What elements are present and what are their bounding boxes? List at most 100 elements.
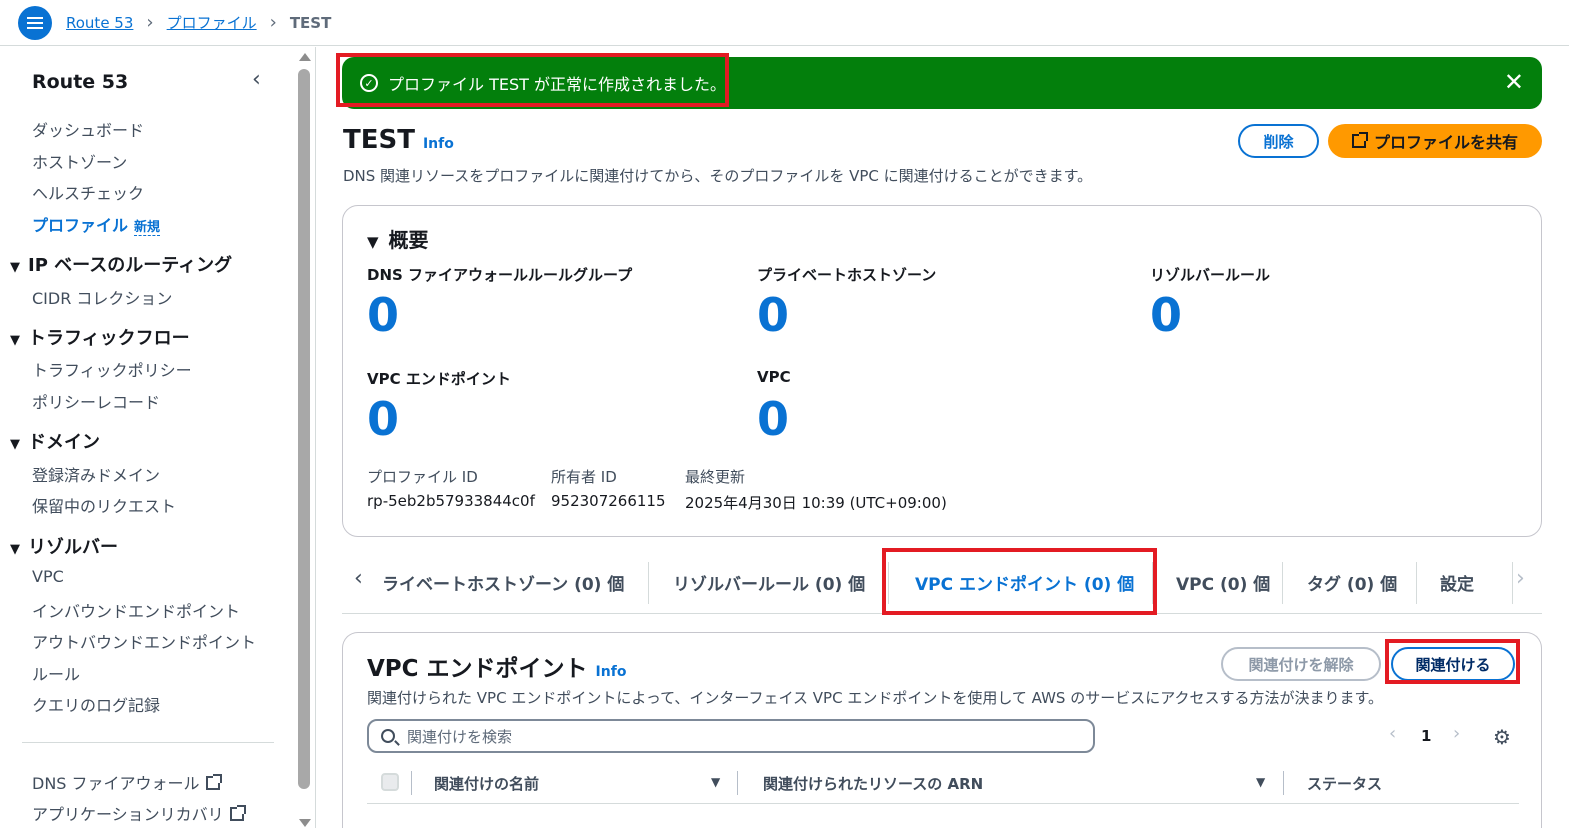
section-label: トラフィックフロー [28,328,190,349]
search-icon [381,729,395,743]
section-label: IP ベースのルーティング [28,255,233,276]
sidebar-item-registered-domains[interactable]: 登録済みドメイン [32,462,160,486]
tab-vpc[interactable]: VPC (0) 個 [1176,560,1270,604]
sort-down-icon[interactable]: ▼ [711,775,720,789]
metric-label-vpc-endpoints: VPC エンドポイント [367,370,511,388]
card-title-text: 概要 [388,228,429,252]
sidebar-item-outbound-endpoints[interactable]: アウトバウンドエンドポイント [32,629,256,653]
sidebar-link-dns-firewall[interactable]: DNS ファイアウォール [32,770,222,794]
vpc-endpoints-title: VPC エンドポイント Info [367,649,626,683]
disassociate-button[interactable]: 関連付けを解除 [1221,647,1381,681]
overview-card: ▼ 概要 DNS ファイアウォールルールグループ 0 プライベートホストゾーン 0… [342,205,1542,537]
chevron-left-icon[interactable]: ‹ [252,67,261,92]
sidebar-item-traffic-policies[interactable]: トラフィックポリシー [32,357,192,381]
sort-down-icon[interactable]: ▼ [1256,775,1265,789]
sidebar-item-policy-records[interactable]: ポリシーレコード [32,389,160,413]
chevron-right-icon[interactable]: › [1453,723,1460,744]
sidebar-item-inbound-endpoints[interactable]: インバウンドエンドポイント [32,598,240,622]
sidebar-item-profiles[interactable]: プロファイル 新規 [32,212,161,236]
caret-down-icon: ▼ [367,233,379,251]
chevron-right-icon: › [269,12,277,33]
gear-icon[interactable]: ⚙ [1493,725,1511,749]
metric-label-resolver-rules: リゾルバールール [1150,266,1271,284]
chevron-left-icon[interactable]: ‹ [354,566,363,591]
breadcrumb-route53[interactable]: Route 53 [66,14,133,32]
section-label: ドメイン [28,432,100,453]
highlight-box-associate [1385,639,1520,684]
sidebar-section-ip-routing[interactable]: ▼ IP ベースのルーティング [10,251,232,277]
sidebar-item-health-checks[interactable]: ヘルスチェック [32,180,144,204]
caret-down-icon: ▼ [10,437,20,452]
scroll-up-icon[interactable] [299,53,311,61]
info-link[interactable]: Info [596,664,627,680]
chevron-left-icon[interactable]: ‹ [1389,723,1396,744]
last-updated-value: 2025年4月30日 10:39 (UTC+09:00) [685,494,947,512]
metric-value-vpc-endpoints[interactable]: 0 [367,392,399,446]
profile-id-value: rp-5eb2b57933844c0f [367,492,535,510]
sidebar-section-traffic-flow[interactable]: ▼ トラフィックフロー [10,324,190,350]
overview-toggle[interactable]: ▼ 概要 [367,224,429,253]
new-badge: 新規 [134,220,161,236]
column-header-status[interactable]: ステータス [1307,773,1382,794]
breadcrumb-current: TEST [289,13,332,32]
breadcrumb-profiles[interactable]: プロファイル [167,12,257,33]
column-divider [411,771,412,795]
sidebar-scrollbar[interactable] [296,47,314,828]
highlight-box-tab [882,548,1157,615]
metric-value-vpc[interactable]: 0 [757,392,789,446]
sidebar: Route 53 ‹ ダッシュボード ホストゾーン ヘルスチェック プロファイル… [0,47,296,828]
external-link-icon [1351,132,1368,148]
tab-resolver-rules[interactable]: リゾルバールール (0) 個 [673,560,865,604]
tab-tags[interactable]: タグ (0) 個 [1307,560,1397,604]
chevron-right-icon[interactable]: › [1516,566,1525,591]
sidebar-link-app-recovery[interactable]: アプリケーションリカバリ [32,801,246,825]
delete-button[interactable]: 削除 [1238,124,1319,158]
info-link[interactable]: Info [423,136,454,152]
chevron-right-icon: › [146,12,154,33]
owner-id-label: 所有者 ID [551,468,617,486]
metric-label-private-zones: プライベートホストゾーン [757,266,937,284]
column-divider [1283,771,1284,795]
share-profile-button[interactable]: プロファイルを共有 [1328,124,1542,158]
page-number[interactable]: 1 [1421,727,1431,745]
metric-value-firewall[interactable]: 0 [367,288,399,342]
close-icon[interactable]: ✕ [1504,68,1524,96]
search-placeholder: 関連付けを検索 [407,727,513,746]
sidebar-item-vpc[interactable]: VPC [32,567,64,586]
menu-icon[interactable] [18,5,52,40]
column-header-arn[interactable]: 関連付けられたリソースの ARN [763,773,983,794]
column-header-name[interactable]: 関連付けの名前 [434,773,539,794]
button-label: プロファイルを共有 [1373,135,1518,152]
sidebar-item-pending-requests[interactable]: 保留中のリクエスト [32,493,176,517]
tab-divider [1282,562,1283,604]
top-bar: Route 53 › プロファイル › TEST [0,0,1569,46]
sidebar-section-domains[interactable]: ▼ ドメイン [10,428,100,454]
external-link-icon [205,774,222,790]
sidebar-item-rules[interactable]: ルール [32,661,80,685]
tab-private-hosted-zones[interactable]: ライベートホストゾーン (0) 個 [382,560,624,604]
scroll-thumb[interactable] [298,69,310,789]
sidebar-section-resolver[interactable]: ▼ リゾルバー [10,533,118,559]
sidebar-item-query-logging[interactable]: クエリのログ記録 [32,692,160,716]
sidebar-item-label: プロファイル [32,216,129,235]
title-text: TEST [343,125,415,155]
metric-value-private-zones[interactable]: 0 [757,288,789,342]
sidebar-title: Route 53 [32,71,129,93]
tab-divider [1512,562,1513,604]
metric-label-firewall: DNS ファイアウォールルールグループ [367,266,633,284]
tab-settings[interactable]: 設定 [1440,560,1474,604]
sidebar-item-dashboard[interactable]: ダッシュボード [32,117,144,141]
sidebar-item-hosted-zones[interactable]: ホストゾーン [32,149,127,173]
external-link-icon [229,805,246,821]
scroll-down-icon[interactable] [299,819,311,827]
last-updated-label: 最終更新 [685,468,746,486]
search-input[interactable]: 関連付けを検索 [367,719,1095,753]
highlight-box-flash [336,53,729,107]
owner-id-value: 952307266115 [551,492,666,510]
sidebar-item-cidr[interactable]: CIDR コレクション [32,285,172,309]
metric-value-resolver-rules[interactable]: 0 [1150,288,1182,342]
sidebar-divider [22,742,274,743]
vpc-endpoints-card: VPC エンドポイント Info 関連付けを解除 関連付ける 関連付けられた VP… [342,632,1542,828]
select-all-checkbox[interactable] [381,773,399,791]
table-header-line [367,803,1519,804]
